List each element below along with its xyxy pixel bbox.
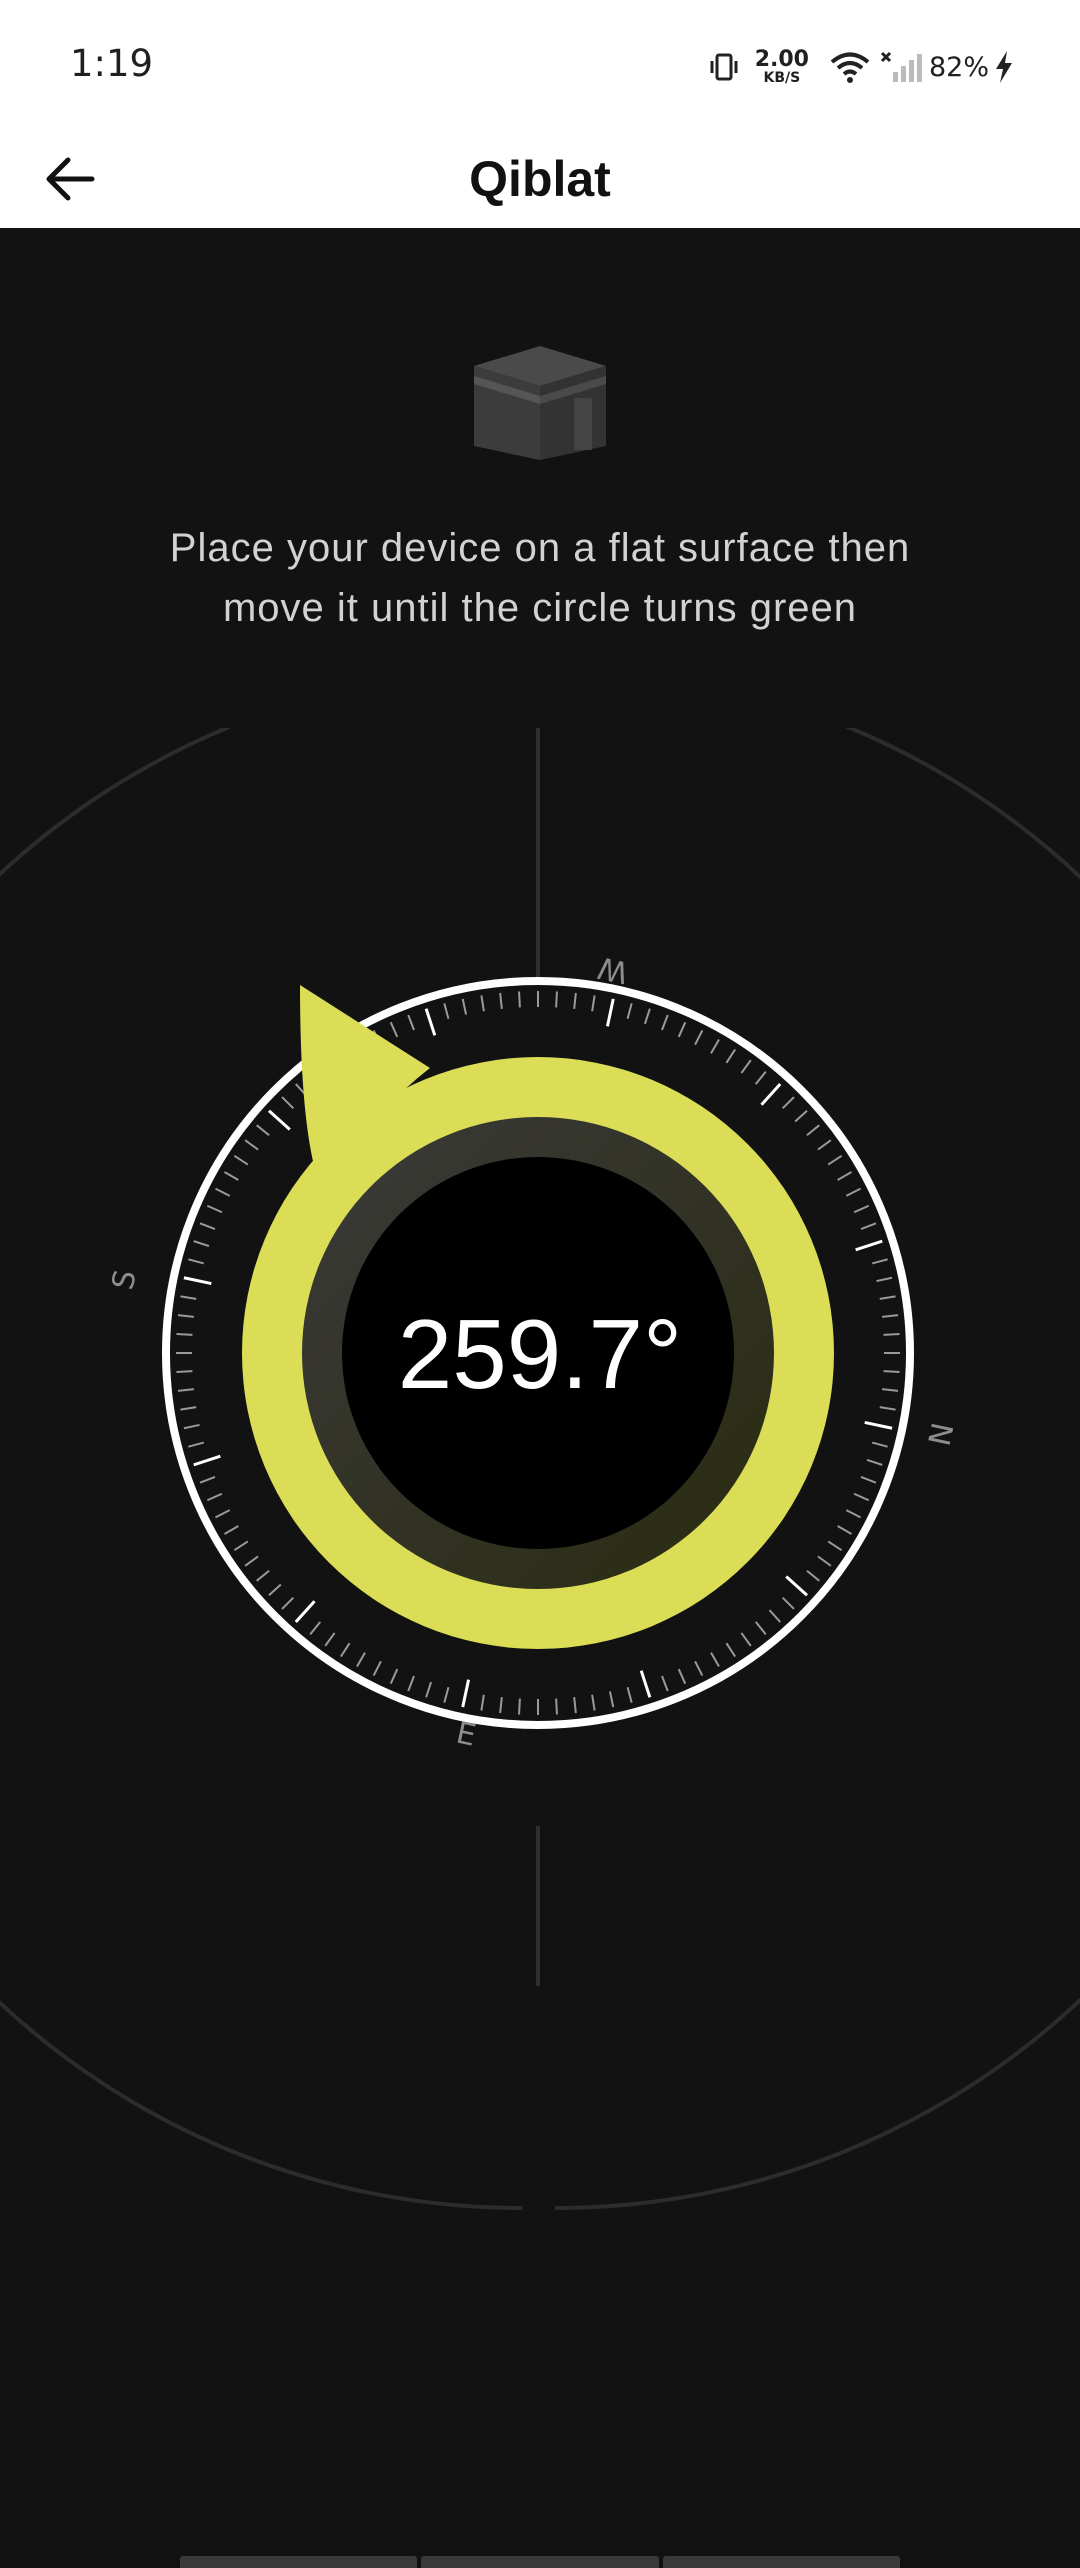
dial-tick [555, 1698, 558, 1715]
status-icons: 2.00 KB/S 82% [707, 42, 1015, 92]
battery-percent: 82% [928, 51, 989, 83]
network-speed-value: 2.00 [754, 47, 809, 72]
dial-tick [176, 1370, 193, 1373]
dial-tick [883, 1333, 900, 1336]
home-indicator [180, 2556, 900, 2568]
no-signal-icon [880, 51, 922, 82]
qibla-compass: W N E S 259.7° [0, 728, 1080, 2210]
network-speed: 2.00 KB/S [754, 47, 809, 86]
network-speed-unit: KB/S [763, 70, 801, 86]
cardinal-s: S [106, 1267, 144, 1293]
wifi-icon [830, 52, 870, 83]
cardinal-n: N [920, 1419, 959, 1448]
heading-readout: 259.7° [398, 1299, 682, 1409]
instruction-text: Place your device on a flat surface then… [169, 526, 911, 630]
charging-icon [996, 51, 1012, 83]
cardinal-e: E [453, 1716, 479, 1754]
arrow-left-icon [46, 157, 95, 201]
dial-tick [883, 1370, 900, 1373]
page-title: Qiblat [469, 151, 611, 207]
cardinal-w: W [595, 949, 631, 989]
dial-tick [518, 1698, 521, 1715]
app-bar: Qiblat [0, 130, 1080, 228]
status-time: 1:19 [70, 42, 154, 85]
status-bar: 1:19 2.00 KB/S 82% [0, 0, 1080, 130]
back-button[interactable] [30, 130, 110, 228]
qibla-content: Place your device on a flat surface then… [0, 228, 1080, 2568]
vibrate-icon [710, 53, 738, 81]
kaaba-icon [474, 346, 606, 460]
dial-tick [176, 1333, 193, 1336]
dial-tick [555, 991, 558, 1008]
dial-tick [518, 991, 521, 1008]
